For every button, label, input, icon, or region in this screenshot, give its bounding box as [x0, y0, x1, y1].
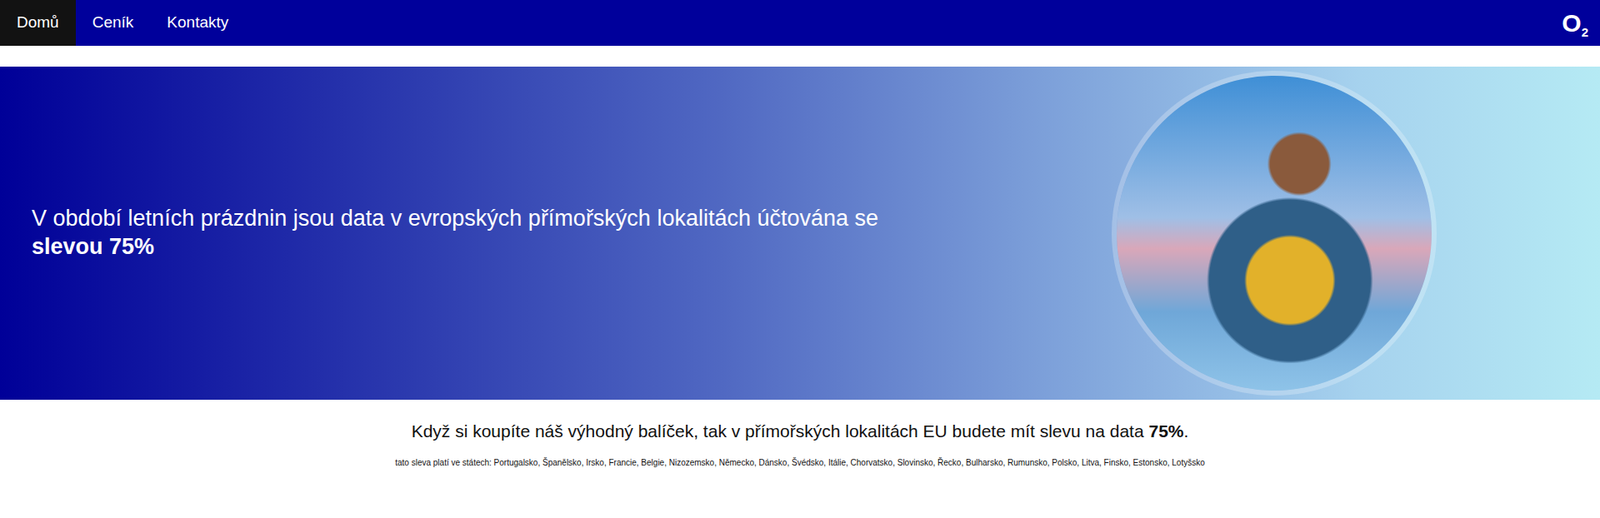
hero-discount: slevou 75% — [31, 233, 879, 262]
top-navbar: DomůCeníkKontakty O2 — [0, 0, 1600, 46]
offer-text: Když si koupíte náš výhodný balíček, tak… — [0, 418, 1600, 445]
hero-photo — [1116, 75, 1432, 391]
o2-logo-icon[interactable]: O2 — [1561, 10, 1589, 36]
offer-sentence: Když si koupíte náš výhodný balíček, tak… — [411, 421, 1145, 441]
nav-menu: DomůCeníkKontakty — [0, 0, 245, 46]
hero-text: V období letních prázdnin jsou data v ev… — [31, 205, 879, 231]
nav-item[interactable]: Kontakty — [150, 0, 245, 46]
hero-banner: V období letních prázdnin jsou data v ev… — [0, 66, 1600, 400]
nav-item[interactable]: Domů — [0, 0, 76, 46]
nav-item[interactable]: Ceník — [75, 0, 151, 46]
country-note: tato sleva platí ve státech: Portugalsko… — [0, 456, 1600, 470]
offer-end: . — [1183, 421, 1189, 441]
hero-heading: V období letních prázdnin jsou data v ev… — [31, 205, 879, 262]
offer-discount: 75% — [1148, 421, 1184, 441]
